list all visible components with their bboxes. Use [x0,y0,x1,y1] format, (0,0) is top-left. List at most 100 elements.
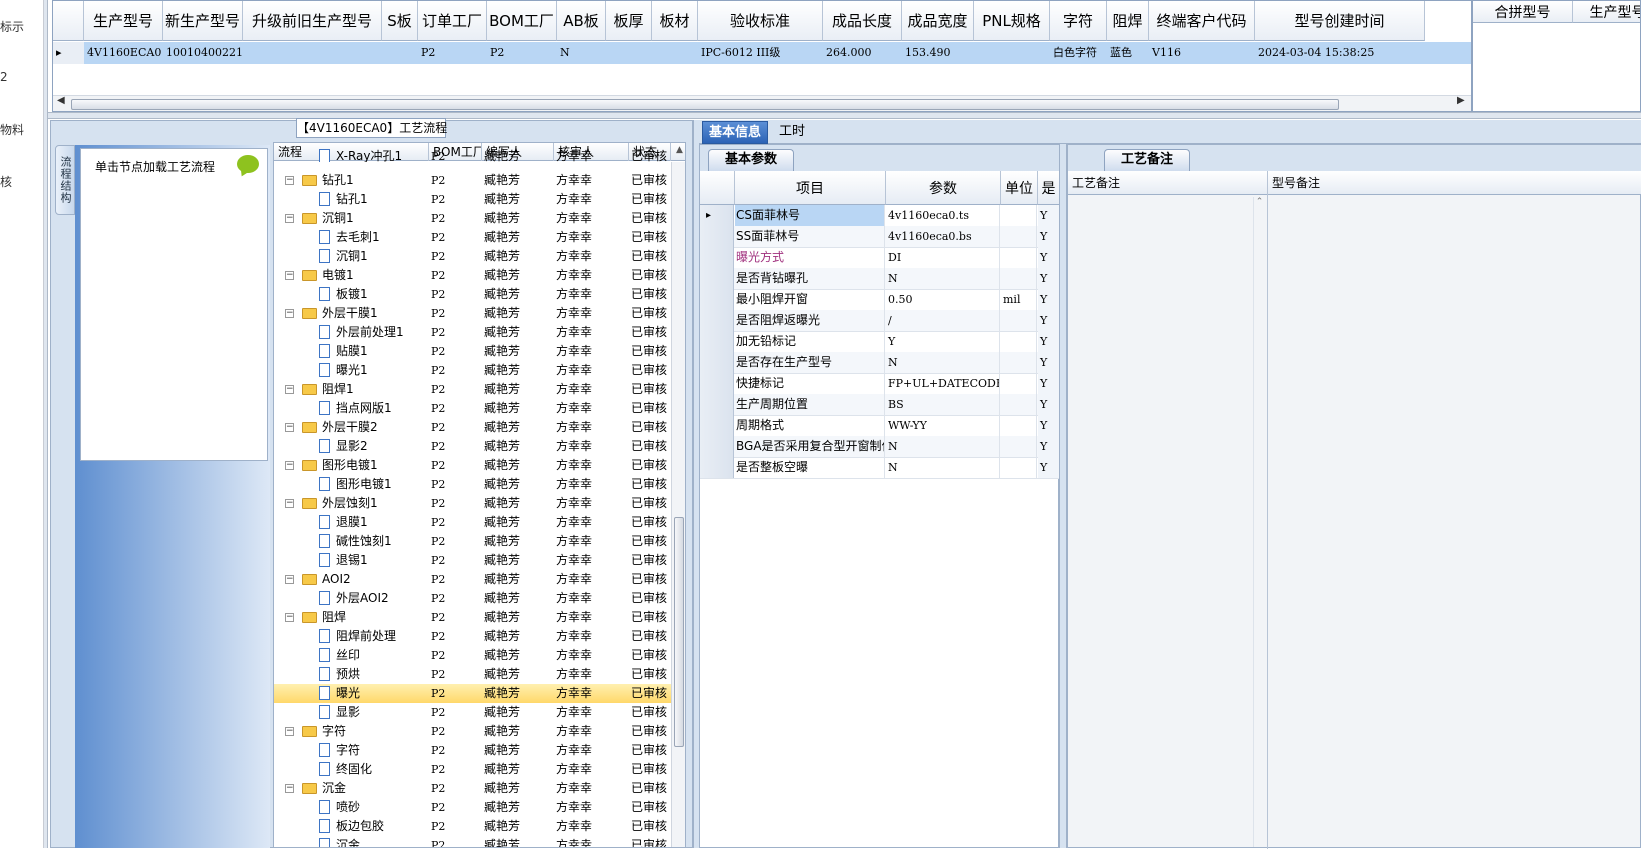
vertical-splitter[interactable] [1059,144,1067,848]
model-grid-hscroll[interactable]: ◀ ▶ [53,95,1471,111]
tree-node-label[interactable]: 外层干膜1 [322,304,378,323]
params-row[interactable]: 曝光方式 DI Y [700,247,1060,269]
tree-node-label[interactable]: 图形电镀1 [336,475,392,494]
subtab-basic-params[interactable]: 基本参数 [708,149,795,171]
model-cell[interactable]: P2 [487,42,557,64]
model-col-header[interactable]: 型号创建时间 [1255,1,1425,41]
tree-node-label[interactable]: X-Ray冲孔1 [336,147,402,162]
tree-row[interactable]: − 电镀1 P2 臧艳芳 方幸幸 已审核 [274,266,674,285]
params-row[interactable]: ▸ CS面菲林号 4v1160eca0.ts Y [700,205,1060,227]
tree-node-label[interactable]: 钻孔1 [322,171,354,190]
model-col-header[interactable]: AB板 [557,1,606,41]
param-flag[interactable]: Y [1038,373,1060,394]
tree-row[interactable]: 图形电镀1 P2 臧艳芳 方幸幸 已审核 [274,475,674,494]
tree-row[interactable]: 预烘 P2 臧艳芳 方幸幸 已审核 [274,665,674,684]
tree-row[interactable]: 贴膜1 P2 臧艳芳 方幸幸 已审核 [274,342,674,361]
tree-node-label[interactable]: 沉铜1 [336,247,368,266]
param-flag[interactable]: Y [1038,289,1060,310]
tab-work-hours[interactable]: 工时 [773,121,811,144]
tree-node-label[interactable]: 外层干膜2 [322,418,378,437]
tree-row[interactable]: 碱性蚀刻1 P2 臧艳芳 方幸幸 已审核 [274,532,674,551]
model-col-header[interactable]: 新生产型号 [163,1,243,41]
tree-node-label[interactable]: 显影2 [336,437,368,456]
tree-node-label[interactable]: 阻焊1 [322,380,354,399]
tree-node-label[interactable]: 字符 [336,741,360,760]
collapse-toggle-icon[interactable]: − [285,309,294,318]
param-value[interactable]: N [886,436,1000,457]
tree-row[interactable]: 字符 P2 臧艳芳 方幸幸 已审核 [274,741,674,760]
params-row[interactable]: SS面菲林号 4v1160eca0.bs Y [700,226,1060,248]
tree-node-label[interactable]: 钻孔1 [336,190,368,209]
tree-node-label[interactable]: 外层AOI2 [336,589,389,608]
model-col-header[interactable]: PNL规格 [974,1,1050,41]
model-col-header[interactable]: 订单工厂 [418,1,487,41]
scroll-left-icon[interactable]: ◀ [57,95,65,106]
param-value[interactable]: FP+UL+DATECODE [886,373,1000,394]
tree-row[interactable]: − 阻焊1 P2 臧艳芳 方幸幸 已审核 [274,380,674,399]
tree-node-label[interactable]: 预烘 [336,665,360,684]
tree-row[interactable]: 板边包胶 P2 臧艳芳 方幸幸 已审核 [274,817,674,836]
tree-node-label[interactable]: 曝光 [336,684,360,703]
tree-row[interactable]: 喷砂 P2 臧艳芳 方幸幸 已审核 [274,798,674,817]
tree-row[interactable]: 丝印 P2 臧艳芳 方幸幸 已审核 [274,646,674,665]
tree-node-label[interactable]: 外层前处理1 [336,323,404,342]
left-nav-item[interactable]: 2 [0,70,8,84]
collapse-toggle-icon[interactable]: − [285,784,294,793]
scroll-up-icon[interactable]: ▲ [676,145,683,155]
param-value[interactable]: 4v1160eca0.bs [886,226,1000,247]
left-nav-item[interactable]: 物料 [0,121,24,138]
param-value[interactable]: N [886,352,1000,373]
model-col-header[interactable]: 板厚 [606,1,652,41]
tree-row[interactable]: 曝光 P2 臧艳芳 方幸幸 已审核 [274,684,674,703]
param-value[interactable]: N [886,268,1000,289]
subtab-process-remarks[interactable]: 工艺备注 [1104,149,1191,171]
model-col-header[interactable]: 终端客户代码 [1149,1,1255,41]
model-cell[interactable] [606,42,652,64]
tree-node-label[interactable]: 电镀1 [322,266,354,285]
tree-node-label[interactable]: 碱性蚀刻1 [336,532,392,551]
tree-node-label[interactable]: 阻焊 [322,608,346,627]
tree-row[interactable]: 沉铜1 P2 臧艳芳 方幸幸 已审核 [274,247,674,266]
model-col-header[interactable]: 字符 [1050,1,1107,41]
tree-row[interactable]: 沉金 P2 臧艳芳 方幸幸 已审核 [274,836,674,847]
params-col-item[interactable]: 项目 [735,171,886,205]
tree-row[interactable]: 板镀1 P2 臧艳芳 方幸幸 已审核 [274,285,674,304]
params-row[interactable]: 周期格式 WW-YY Y [700,415,1060,437]
tree-node-label[interactable]: 丝印 [336,646,360,665]
tree-row[interactable]: − 图形电镀1 P2 臧艳芳 方幸幸 已审核 [274,456,674,475]
param-value[interactable]: DI [886,247,1000,268]
remarks-vscroll[interactable]: ⌃ [1253,197,1265,847]
model-col-header[interactable]: 板材 [652,1,698,41]
model-cell[interactable] [382,42,418,64]
model-cell[interactable]: V116 [1149,42,1255,64]
param-flag[interactable]: Y [1038,247,1060,268]
param-flag[interactable]: Y [1038,310,1060,331]
collapse-toggle-icon[interactable]: − [285,575,294,584]
merge-col-header[interactable]: 生产型号 [1573,1,1640,23]
params-row[interactable]: 是否背钻曝孔 N Y [700,268,1060,290]
params-row[interactable]: 最小阻焊开窗 0.50 mil Y [700,289,1060,311]
collapse-toggle-icon[interactable]: − [285,727,294,736]
params-row[interactable]: 加无铅标记 Y Y [700,331,1060,353]
remarks-col-model[interactable]: 型号备注 [1268,171,1641,195]
tab-basic-info[interactable]: 基本信息 [702,121,769,144]
params-col-value[interactable]: 参数 [886,171,1001,205]
tree-node-label[interactable]: AOI2 [322,570,351,589]
params-col-flag[interactable]: 是 [1038,171,1060,205]
tree-row[interactable]: 外层前处理1 P2 臧艳芳 方幸幸 已审核 [274,323,674,342]
tree-node-label[interactable]: 阻焊前处理 [336,627,396,646]
param-flag[interactable]: Y [1038,226,1060,247]
scroll-thumb[interactable] [674,517,684,747]
tree-row[interactable]: 挡点网版1 P2 臧艳芳 方幸幸 已审核 [274,399,674,418]
flow-tree-vscroll[interactable] [671,162,685,847]
tree-row[interactable]: 阻焊前处理 P2 臧艳芳 方幸幸 已审核 [274,627,674,646]
tree-row[interactable]: − AOI2 P2 臧艳芳 方幸幸 已审核 [274,570,674,589]
param-value[interactable]: 4v1160eca0.ts [886,205,1000,226]
model-cell[interactable]: 153.490 [902,42,974,64]
tree-row[interactable]: − 沉铜1 P2 臧艳芳 方幸幸 已审核 [274,209,674,228]
model-col-header[interactable]: 生产型号 [84,1,163,41]
tree-row[interactable]: − 外层蚀刻1 P2 臧艳芳 方幸幸 已审核 [274,494,674,513]
tree-row[interactable]: 退锡1 P2 臧艳芳 方幸幸 已审核 [274,551,674,570]
model-cell[interactable]: N [557,42,606,64]
param-flag[interactable]: Y [1038,394,1060,415]
